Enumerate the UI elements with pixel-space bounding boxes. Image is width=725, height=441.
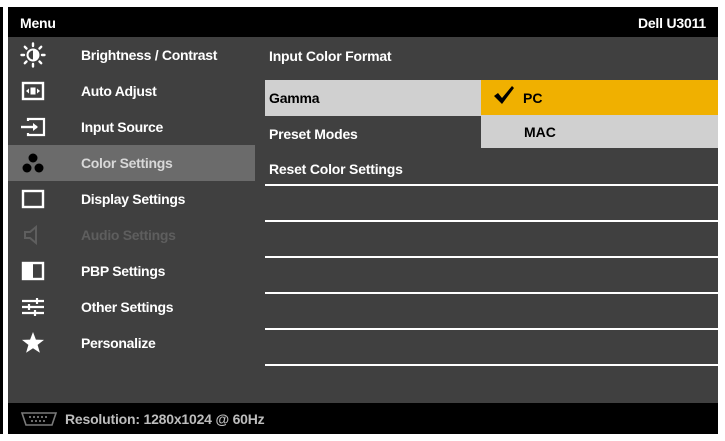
row-divider — [265, 364, 718, 366]
monitor-model: Dell U3011 — [637, 15, 706, 31]
other-settings-icon — [20, 295, 46, 319]
sidebar-item-audio-settings: Audio Settings — [8, 217, 255, 253]
brightness-icon — [20, 42, 46, 68]
option-reset-color-settings[interactable]: Reset Color Settings — [265, 150, 718, 186]
sidebar-item-label: Display Settings — [81, 191, 186, 207]
option-input-color-format[interactable]: Input Color Format — [265, 44, 718, 80]
sidebar-item-color-settings[interactable]: Color Settings — [8, 145, 255, 181]
osd-sidebar: Brightness / Contrast Auto Adjust Input … — [8, 37, 255, 403]
option-label: Reset Color Settings — [269, 161, 403, 177]
auto-adjust-icon — [20, 79, 46, 103]
option-gamma[interactable]: Gamma — [265, 80, 481, 116]
sidebar-item-input-source[interactable]: Input Source — [8, 109, 255, 145]
submenu-label: PC — [523, 90, 543, 106]
option-empty-row — [265, 258, 718, 294]
option-empty-row — [265, 186, 718, 222]
sidebar-item-label: Color Settings — [81, 155, 173, 171]
option-preset-modes[interactable]: Preset Modes — [265, 116, 481, 152]
vga-connector-icon — [20, 411, 58, 427]
sidebar-item-other-settings[interactable]: Other Settings — [8, 289, 255, 325]
option-empty-row — [265, 330, 718, 366]
sidebar-item-brightness-contrast[interactable]: Brightness / Contrast — [8, 37, 255, 73]
checkmark-icon — [493, 85, 515, 111]
sidebar-item-label: Input Source — [81, 119, 163, 135]
gamma-option-mac[interactable]: MAC — [481, 115, 718, 148]
sidebar-item-label: Auto Adjust — [81, 83, 157, 99]
sidebar-item-label: Other Settings — [81, 299, 174, 315]
option-label: Input Color Format — [269, 48, 392, 64]
gamma-option-pc[interactable]: PC — [481, 80, 718, 115]
option-label: Gamma — [269, 90, 320, 106]
resolution-status: Resolution: 1280x1024 @ 60Hz — [65, 411, 265, 427]
pbp-settings-icon — [20, 259, 46, 283]
osd-header: Menu Dell U3011 — [8, 7, 718, 37]
osd-menu: Menu Dell U3011 Brightness / Contrast Au… — [8, 7, 718, 434]
sidebar-item-label: Audio Settings — [81, 227, 176, 243]
audio-settings-icon — [20, 223, 46, 247]
sidebar-item-display-settings[interactable]: Display Settings — [8, 181, 255, 217]
left-edge-divider — [0, 7, 3, 434]
option-label: Preset Modes — [269, 126, 358, 142]
sidebar-item-pbp-settings[interactable]: PBP Settings — [8, 253, 255, 289]
display-settings-icon — [20, 187, 46, 211]
color-settings-icon — [20, 151, 46, 175]
submenu-label: MAC — [524, 124, 556, 140]
sidebar-item-auto-adjust[interactable]: Auto Adjust — [8, 73, 255, 109]
option-empty-row — [265, 294, 718, 330]
sidebar-item-personalize[interactable]: Personalize — [8, 325, 255, 361]
option-empty-row — [265, 222, 718, 258]
sidebar-item-label: Personalize — [81, 335, 156, 351]
personalize-icon — [20, 331, 46, 355]
menu-title: Menu — [20, 15, 56, 31]
input-source-icon — [20, 115, 46, 139]
status-bar: Resolution: 1280x1024 @ 60Hz — [8, 403, 718, 434]
sidebar-item-label: PBP Settings — [81, 263, 166, 279]
sidebar-item-label: Brightness / Contrast — [81, 47, 218, 63]
